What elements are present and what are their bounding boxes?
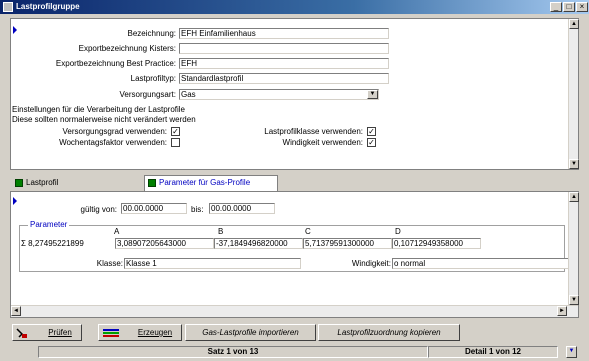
klasse-field[interactable]: Klasse 1 [124,258,301,269]
bis-label: bis: [191,205,204,214]
wochentagsfaktor-label: Wochentagsfaktor verwenden: [59,138,167,147]
application-window: Lastprofilgruppe _ □ × Bezeichnung: EFH … [0,0,589,361]
lastprofiltyp-label: Lastprofiltyp: [130,74,176,83]
chevron-down-icon[interactable]: ▼ [566,346,577,358]
info-text-1: Einstellungen für die Verarbeitung der L… [12,105,185,114]
param-b-field[interactable]: -37,1849496820000 [214,238,303,249]
bezeichnung-label: Bezeichnung: [127,29,176,38]
windigkeit-check-label: Windigkeit verwenden: [282,138,363,147]
maximize-button[interactable]: □ [563,2,575,12]
close-button[interactable]: × [576,2,588,12]
title-bar[interactable]: Lastprofilgruppe _ □ × [0,0,589,14]
gueltig-von-field[interactable]: 00.00.0000 [121,203,187,214]
record-marker-icon [13,197,17,205]
chevron-down-icon[interactable]: ▼ [367,90,378,99]
scroll-down-icon[interactable]: ▼ [569,295,579,305]
window-title: Lastprofilgruppe [16,2,80,11]
export-bestpractice-field[interactable]: EFH [179,58,389,69]
record-marker-icon [13,26,17,34]
copy-button[interactable]: Lastprofilzuordnung kopieren [318,324,460,341]
versorgungsart-select[interactable]: Gas [179,89,379,100]
lines-icon [103,329,119,337]
erzeugen-button[interactable]: Erzeugen [98,324,182,341]
windigkeit-checkbox[interactable]: ✓ [367,138,376,147]
param-a-field[interactable]: 3,08907205643000 [115,238,214,249]
klasse-label: Klasse: [96,259,123,268]
gueltig-von-label: gültig von: [80,205,117,214]
windigkeit-field[interactable]: o normal [392,258,570,269]
lastprofilklasse-checkbox[interactable]: ✓ [367,127,376,136]
column-d-label: D [395,227,401,236]
pruefen-label: Prüfen [48,328,72,337]
app-icon [3,2,13,12]
bis-field[interactable]: 00.00.0000 [209,203,275,214]
tab-lastprofil[interactable]: Lastprofil [12,176,142,192]
import-button[interactable]: Gas-Lastprofile importieren [185,324,316,341]
check-tool-icon [16,328,27,338]
versorgungsgrad-label: Versorgungsgrad verwenden: [62,127,167,136]
grid-icon [148,179,156,187]
grid-icon [15,179,23,187]
versorgungsart-label: Versorgungsart: [119,90,176,99]
lastprofiltyp-field[interactable]: Standardlastprofil [179,73,389,84]
scroll-left-icon[interactable]: ◄ [11,306,21,316]
info-text-2: Diese sollten normalerweise nicht veränd… [12,115,196,124]
tab-lastprofil-label: Lastprofil [26,178,59,187]
detail-status: Detail 1 von 12 [428,346,558,358]
parameter-group-title: Parameter [28,220,70,229]
record-status: Satz 1 von 13 [38,346,428,358]
upper-scrollbar[interactable]: ▲ ▼ [568,19,579,169]
export-kisters-label: Exportbezeichnung Kisters: [78,44,176,53]
lastprofilklasse-label: Lastprofilklasse verwenden: [264,127,363,136]
column-a-label: A [114,227,120,236]
param-c-field[interactable]: 5,71379591300000 [303,238,392,249]
tab-parameter-gas-label: Parameter für Gas-Profile [159,178,251,187]
column-c-label: C [305,227,311,236]
scroll-right-icon[interactable]: ► [557,306,567,316]
lower-form-panel: gültig von: 00.00.0000 bis: 00.00.0000 P… [10,191,579,318]
lower-scrollbar[interactable]: ▲ ▼ [568,192,579,305]
export-kisters-field[interactable] [179,43,389,54]
export-bestpractice-label: Exportbezeichnung Best Practice: [55,59,176,68]
windigkeit-label: Windigkeit: [351,259,391,268]
tab-parameter-gas[interactable]: Parameter für Gas-Profile [144,175,278,191]
scroll-down-icon[interactable]: ▼ [569,159,579,169]
column-b-label: B [218,227,224,236]
param-d-field[interactable]: 0,10712949358000 [392,238,481,249]
sigma-value: Σ 8,27495221899 [21,239,84,248]
scroll-up-icon[interactable]: ▲ [569,19,579,29]
horizontal-scrollbar[interactable]: ◄ ► [11,305,578,317]
pruefen-button[interactable]: Prüfen [12,324,82,341]
erzeugen-label: Erzeugen [137,328,173,337]
scroll-up-icon[interactable]: ▲ [569,192,579,202]
wochentagsfaktor-checkbox[interactable] [171,138,180,147]
bezeichnung-field[interactable]: EFH Einfamilienhaus [179,28,389,39]
upper-form-panel: Bezeichnung: EFH Einfamilienhaus Exportb… [10,18,579,170]
minimize-button[interactable]: _ [550,2,562,12]
versorgungsgrad-checkbox[interactable]: ✓ [171,127,180,136]
